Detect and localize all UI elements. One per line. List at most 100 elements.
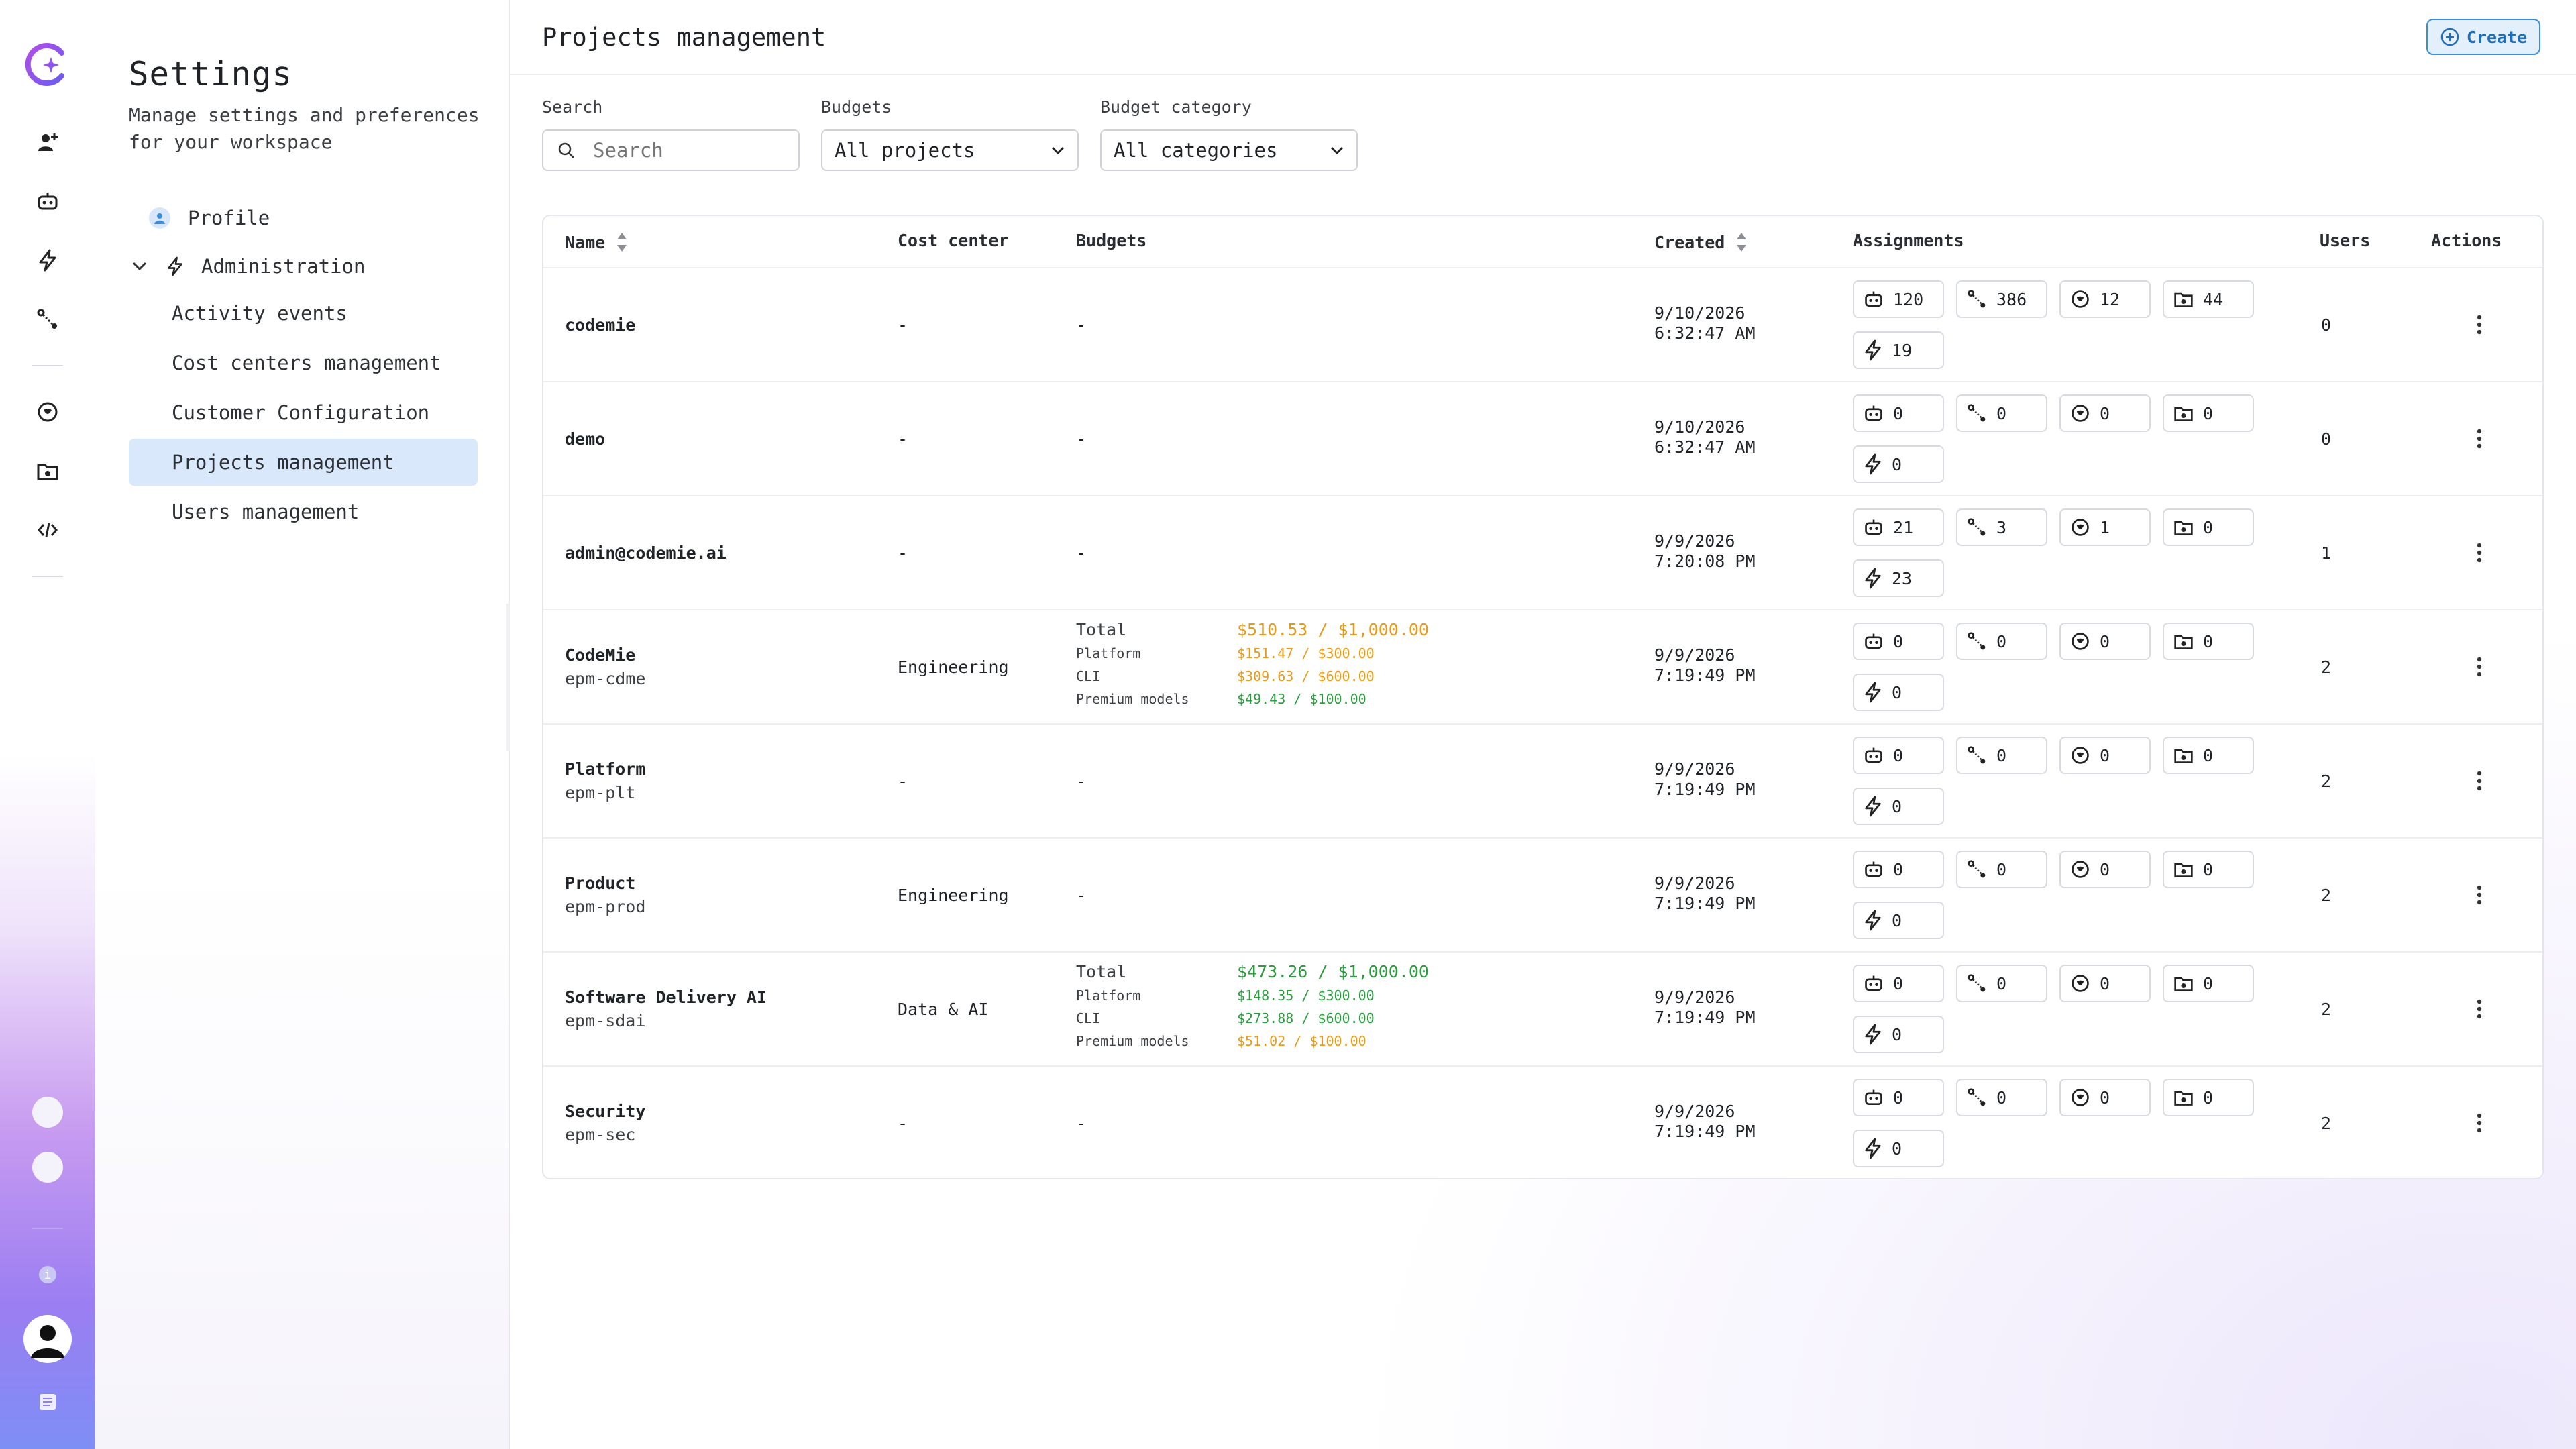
datasources-count-chip[interactable]: 0 xyxy=(2163,851,2254,888)
workflows-count-chip[interactable]: 0 xyxy=(1956,851,2047,888)
skills-count-chip[interactable]: 0 xyxy=(1853,1130,1944,1167)
assistants-count-chip[interactable]: 0 xyxy=(1853,737,1944,774)
table-row[interactable]: codemie - - 9/10/2026 6:32:47 AM 120 386 12 44 19… xyxy=(543,267,2542,382)
column-header-created[interactable]: Created xyxy=(1654,231,1748,254)
workflows-count-chip[interactable]: 3 xyxy=(1956,508,2047,546)
datasources-count-chip[interactable]: 0 xyxy=(2163,508,2254,546)
integrations-count-chip[interactable]: 0 xyxy=(2059,851,2151,888)
add-assistant-icon[interactable] xyxy=(34,129,61,156)
integrations-count-chip[interactable]: 0 xyxy=(2059,623,2151,660)
assistants-count-chip[interactable]: 120 xyxy=(1853,280,1944,318)
info-icon[interactable]: i xyxy=(34,1261,61,1288)
budget-line-value: $309.63 / $600.00 xyxy=(1237,668,1375,684)
datasources-count-chip[interactable]: 0 xyxy=(2163,1079,2254,1116)
data-sources-icon[interactable] xyxy=(34,458,61,484)
lightning-icon[interactable] xyxy=(34,247,61,274)
search-field[interactable] xyxy=(542,129,800,171)
nav-administration[interactable]: Administration xyxy=(129,243,478,290)
skills-count-chip[interactable]: 0 xyxy=(1853,1016,1944,1053)
assistants-count-chip[interactable]: 0 xyxy=(1853,394,1944,432)
project-code: epm-sdai xyxy=(565,1011,646,1030)
assistants-count-chip[interactable]: 0 xyxy=(1853,1079,1944,1116)
create-button[interactable]: Create xyxy=(2426,19,2540,55)
bot-icon[interactable] xyxy=(34,188,61,215)
skills-count-chip[interactable]: 19 xyxy=(1853,331,1944,369)
data-sources-icon xyxy=(2174,403,2194,423)
workflows-count-chip[interactable]: 0 xyxy=(1956,965,2047,1002)
nav-administration-label: Administration xyxy=(201,255,366,278)
workflows-count-chip[interactable]: 386 xyxy=(1956,280,2047,318)
assistants-count-chip[interactable]: 0 xyxy=(1853,851,1944,888)
row-actions-menu-icon[interactable] xyxy=(2467,883,2491,907)
workflows-count-chip[interactable]: 0 xyxy=(1956,394,2047,432)
integrations-count-chip[interactable]: 0 xyxy=(2059,1079,2151,1116)
theme-toggle-icon[interactable] xyxy=(32,1097,63,1128)
assistants-count-chip[interactable]: 0 xyxy=(1853,965,1944,1002)
settings-title: Settings xyxy=(129,55,293,93)
nav-item-projects-management[interactable]: Projects management xyxy=(129,439,478,486)
workflows-count-chip[interactable]: 0 xyxy=(1956,1079,2047,1116)
docs-icon[interactable] xyxy=(34,1389,61,1415)
nav-item-cost-centers[interactable]: Cost centers management xyxy=(129,339,478,386)
skills-count-chip[interactable]: 0 xyxy=(1853,902,1944,939)
budgets-select[interactable]: All projects xyxy=(821,129,1079,171)
row-actions-menu-icon[interactable] xyxy=(2467,997,2491,1021)
workflows-count-chip[interactable]: 0 xyxy=(1956,623,2047,660)
integrations-count-chip[interactable]: 0 xyxy=(2059,394,2151,432)
budget-line-label: CLI xyxy=(1076,668,1101,684)
table-row[interactable]: CodeMie epm-cdme Engineering Total $510.53 /… xyxy=(543,609,2542,724)
integrations-count-chip[interactable]: 0 xyxy=(2059,965,2151,1002)
integrations-count-chip[interactable]: 12 xyxy=(2059,280,2151,318)
sort-icon[interactable] xyxy=(1735,231,1748,254)
table-row[interactable]: Platform epm-plt - - 9/9/2026 7:19:49 PM 0 0 0 0 0… xyxy=(543,723,2542,839)
skills-count-chip[interactable]: 0 xyxy=(1853,788,1944,825)
table-row[interactable]: Product epm-prod Engineering - 9/9/2026 7:19:… xyxy=(543,837,2542,953)
nav-profile[interactable]: Profile xyxy=(129,195,478,241)
row-actions-menu-icon[interactable] xyxy=(2467,655,2491,679)
project-code: epm-plt xyxy=(565,783,636,802)
assistants-count-chip[interactable]: 21 xyxy=(1853,508,1944,546)
budget-cell: - xyxy=(1076,885,1087,905)
workflow-icon[interactable] xyxy=(34,306,61,333)
nav-item-customer-configuration[interactable]: Customer Configuration xyxy=(129,389,478,436)
row-actions-menu-icon[interactable] xyxy=(2467,427,2491,451)
row-actions-menu-icon[interactable] xyxy=(2467,769,2491,793)
skills-count-chip[interactable]: 23 xyxy=(1853,559,1944,597)
search-label: Search xyxy=(542,97,603,117)
skills-count-chip[interactable]: 0 xyxy=(1853,674,1944,711)
sort-icon[interactable] xyxy=(616,231,628,254)
datasources-count-chip[interactable]: 44 xyxy=(2163,280,2254,318)
search-input[interactable] xyxy=(592,138,769,162)
datasources-count-chip[interactable]: 0 xyxy=(2163,965,2254,1002)
budget-cell: - xyxy=(1076,429,1087,449)
budgets-label: Budgets xyxy=(821,97,892,117)
nav-item-activity-events[interactable]: Activity events xyxy=(129,290,478,337)
project-name: CodeMie xyxy=(565,645,636,665)
column-header-users: Users xyxy=(2320,231,2370,250)
code-icon[interactable] xyxy=(34,517,61,543)
assignment-count: 3 xyxy=(1996,517,2007,537)
integrations-count-chip[interactable]: 1 xyxy=(2059,508,2151,546)
nav-item-users-management[interactable]: Users management xyxy=(129,488,478,535)
table-row[interactable]: Software Delivery AI epm-sdai Data & AI Tot… xyxy=(543,951,2542,1067)
column-header-name[interactable]: Name xyxy=(565,231,628,254)
integrations-count-chip[interactable]: 0 xyxy=(2059,737,2151,774)
avatar[interactable] xyxy=(23,1314,72,1364)
assignment-count: 0 xyxy=(2100,403,2110,423)
assistants-count-chip[interactable]: 0 xyxy=(1853,623,1944,660)
row-actions-menu-icon[interactable] xyxy=(2467,1111,2491,1135)
integration-icon[interactable] xyxy=(34,398,61,425)
row-actions-menu-icon[interactable] xyxy=(2467,313,2491,337)
datasources-count-chip[interactable]: 0 xyxy=(2163,737,2254,774)
row-actions-menu-icon[interactable] xyxy=(2467,541,2491,565)
datasources-count-chip[interactable]: 0 xyxy=(2163,394,2254,432)
logo-icon[interactable] xyxy=(24,41,71,88)
datasources-count-chip[interactable]: 0 xyxy=(2163,623,2254,660)
table-row[interactable]: Security epm-sec - - 9/9/2026 7:19:49 PM 0 0 0 0 0… xyxy=(543,1065,2542,1181)
table-row[interactable]: admin@codemie.ai - - 9/9/2026 7:20:08 PM 21 3 1… xyxy=(543,495,2542,610)
table-row[interactable]: demo - - 9/10/2026 6:32:47 AM 0 0 0 0 0 0 xyxy=(543,381,2542,496)
skills-count-chip[interactable]: 0 xyxy=(1853,445,1944,483)
workflows-count-chip[interactable]: 0 xyxy=(1956,737,2047,774)
notifications-icon[interactable] xyxy=(32,1152,63,1183)
budget-category-select[interactable]: All categories xyxy=(1100,129,1358,171)
